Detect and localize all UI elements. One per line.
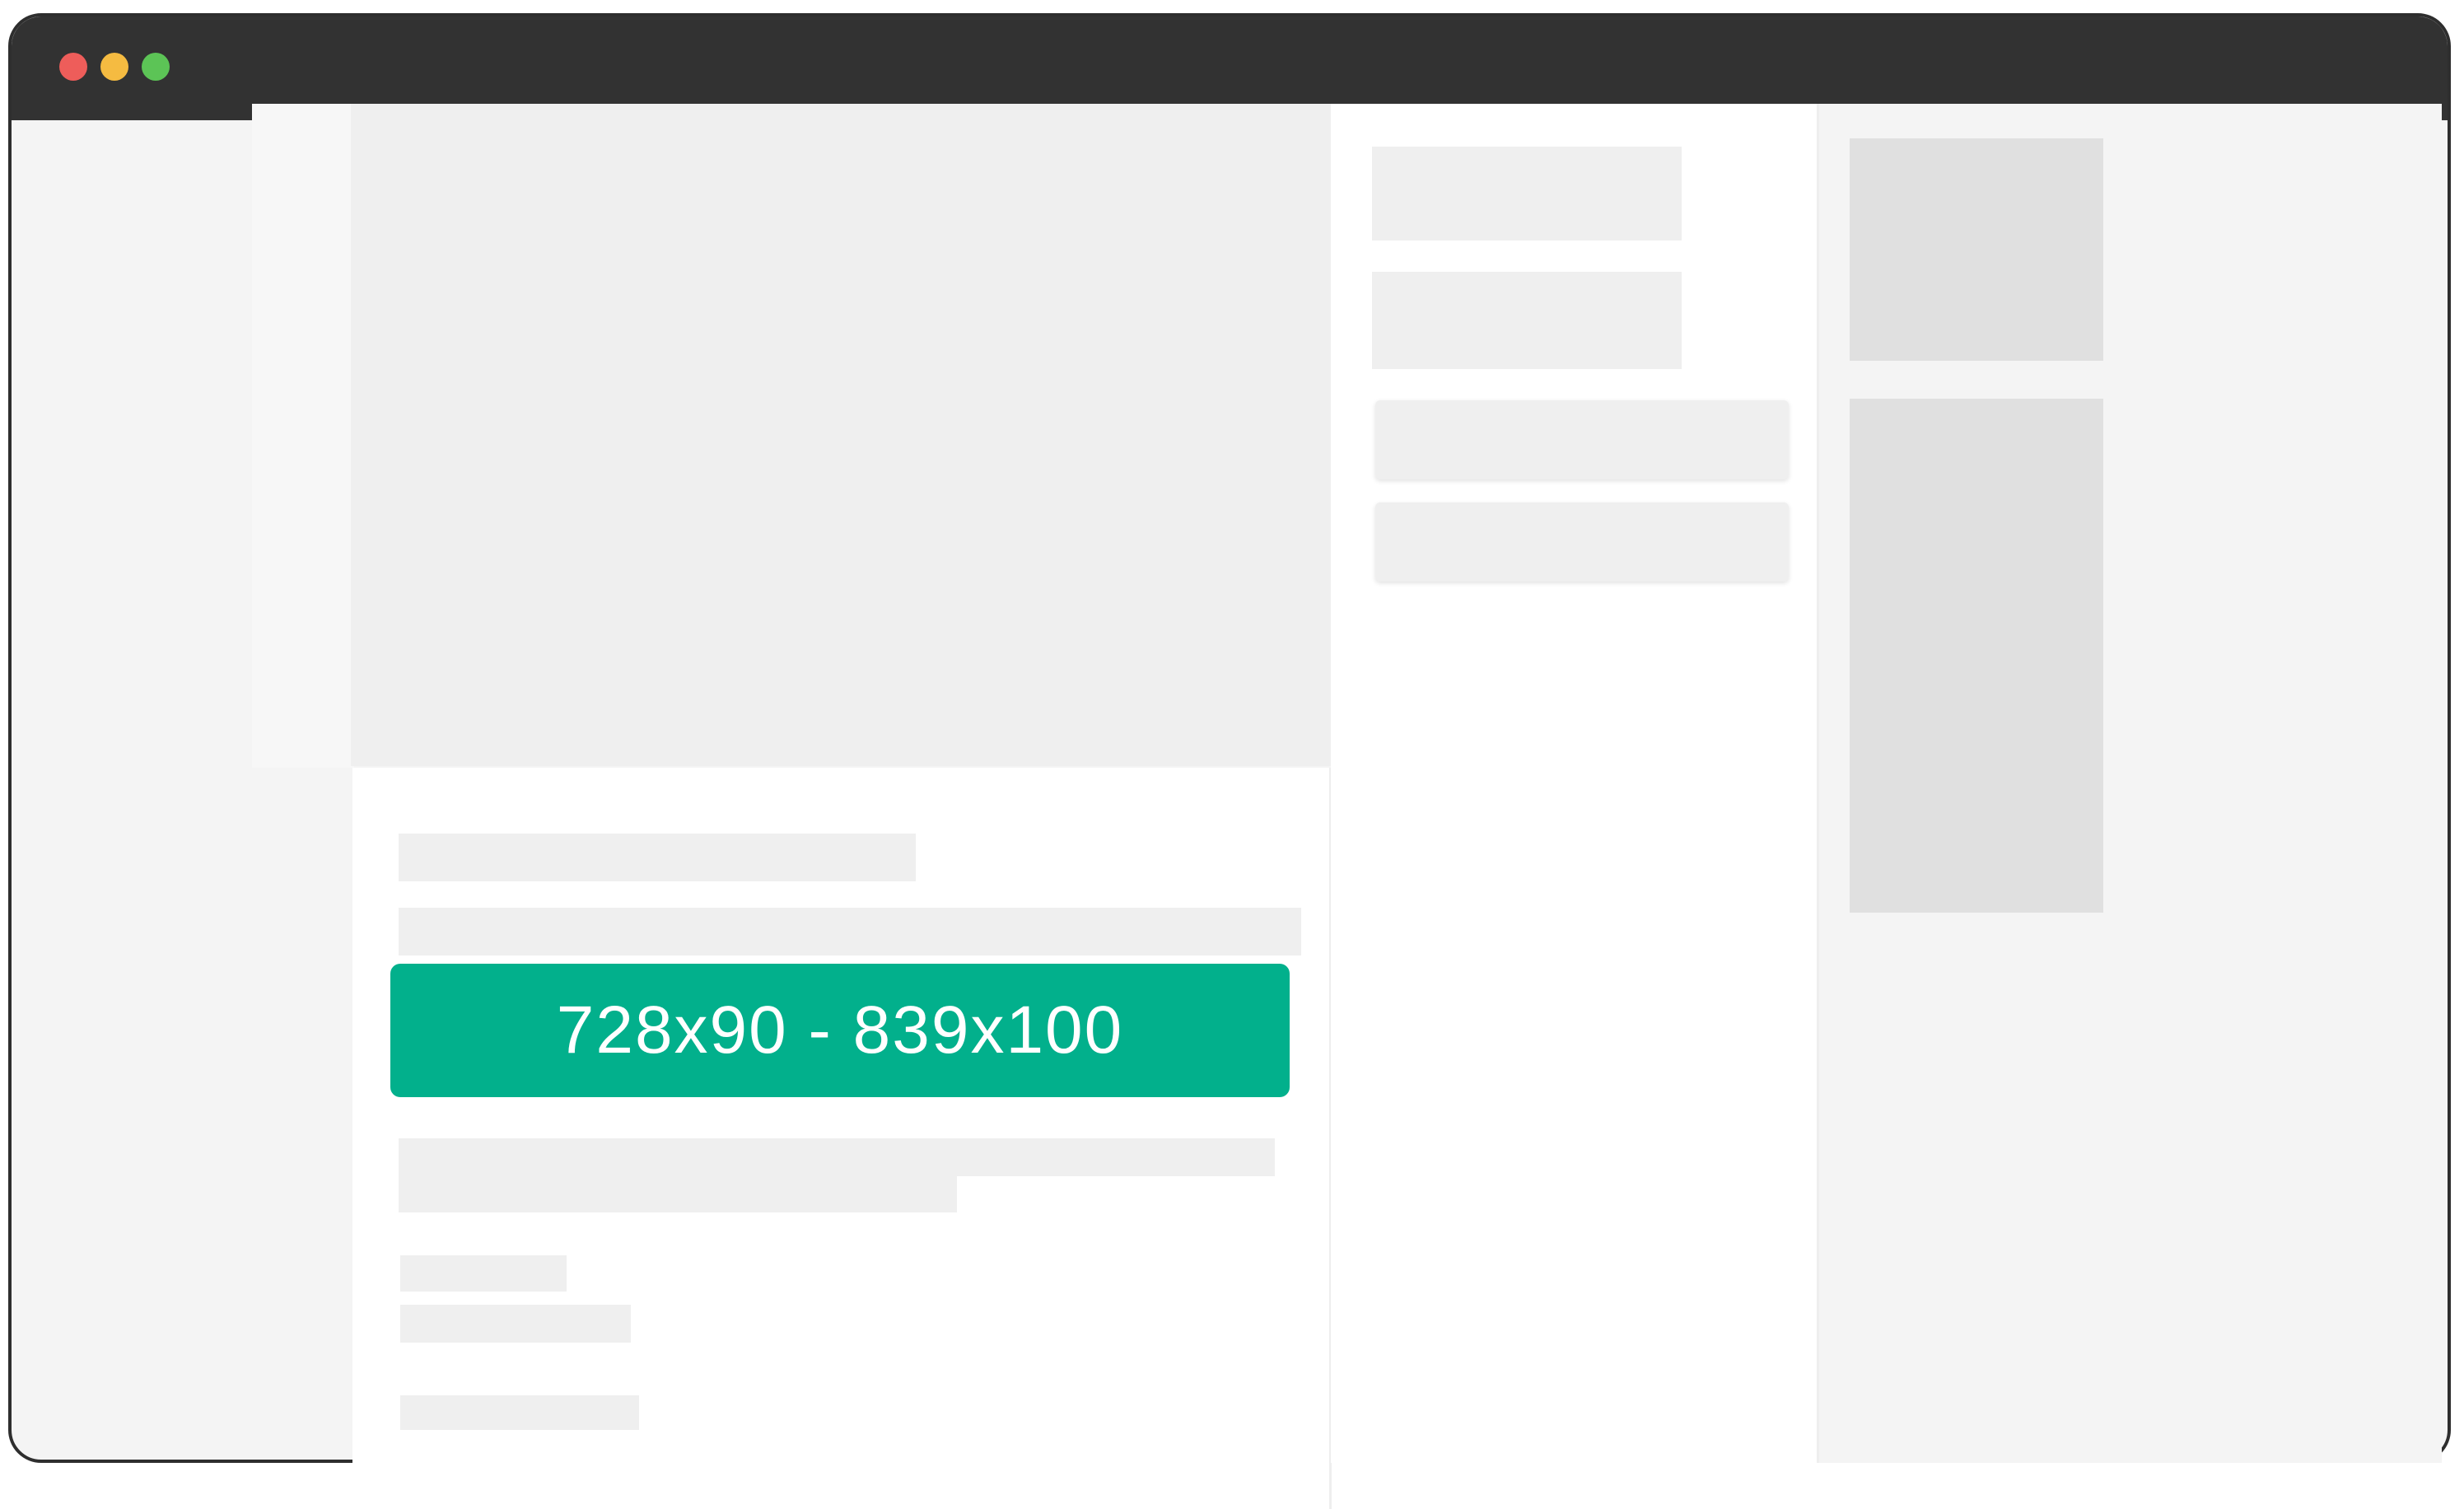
middle-button-placeholder[interactable]	[1375, 502, 1789, 582]
maximize-window-icon[interactable]	[142, 53, 170, 81]
sidebar-ad-placeholder	[1850, 138, 2103, 361]
minimize-window-icon[interactable]	[100, 53, 128, 81]
text-line-placeholder	[399, 1175, 957, 1212]
sidebar-ad-placeholder	[1850, 399, 2103, 913]
middle-button-placeholder[interactable]	[1375, 400, 1789, 479]
ad-banner[interactable]: 728x90 - 839x100	[390, 964, 1290, 1097]
text-line-placeholder	[400, 1255, 567, 1292]
article-title-placeholder	[399, 834, 916, 881]
left-gutter-strip	[252, 104, 354, 768]
close-window-icon[interactable]	[59, 53, 87, 81]
hero-image-placeholder	[351, 104, 1331, 766]
ad-banner-label: 728x90 - 839x100	[556, 993, 1124, 1068]
text-line-placeholder	[400, 1305, 631, 1343]
article-subtitle-placeholder	[399, 908, 1301, 955]
text-line-placeholder	[399, 1138, 1275, 1176]
middle-card-placeholder	[1372, 272, 1682, 369]
middle-card-placeholder	[1372, 147, 1682, 241]
text-line-placeholder	[400, 1395, 639, 1430]
